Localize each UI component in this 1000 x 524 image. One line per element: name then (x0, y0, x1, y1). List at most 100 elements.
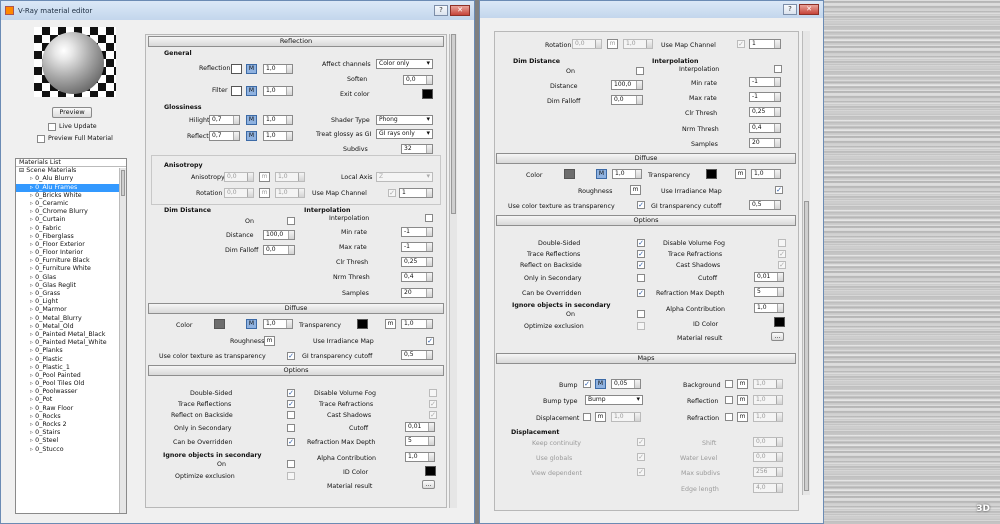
material-item[interactable]: ▹ 0_Stairs (16, 429, 126, 437)
material-item[interactable]: ▹ 0_Pot (16, 396, 126, 404)
properties-scrollbar-2[interactable] (802, 31, 810, 495)
trace-refractions-checkbox[interactable]: ✓ (429, 400, 437, 408)
material-item[interactable]: ▹ 0_Chrome Blurry (16, 208, 126, 216)
use-map-channel-checkbox-2[interactable]: ✓ (737, 40, 745, 48)
refraction-map-amount-spinner[interactable]: 1,0 (753, 412, 783, 422)
material-item[interactable]: ▹ 0_Ceramic (16, 200, 126, 208)
hilight-map-button[interactable]: M (246, 115, 257, 125)
alpha-contribution-spinner-2[interactable]: 1,0 (754, 303, 784, 313)
max-subdivs-spinner[interactable]: 256 (753, 467, 783, 477)
material-item[interactable]: ▹ 0_Poolwasser (16, 388, 126, 396)
transparency-amount-spinner-2[interactable]: 1,0 (751, 169, 781, 179)
dim-falloff-spinner-2[interactable]: 0,0 (611, 95, 643, 105)
material-item[interactable]: ▹ 0_Floor Exterior (16, 241, 126, 249)
refraction-depth-spinner-2[interactable]: 5 (754, 287, 784, 297)
gi-cutoff-spinner[interactable]: 0,5 (401, 350, 433, 360)
displacement-map-button[interactable]: m (595, 412, 606, 422)
optimize-exclusion-checkbox[interactable] (287, 472, 295, 480)
material-item[interactable]: ▹ 0_Grass (16, 290, 126, 298)
rotation-map-button-2[interactable]: m (607, 39, 618, 49)
disable-fog-checkbox[interactable] (429, 389, 437, 397)
refraction-map-checkbox[interactable] (725, 413, 733, 421)
close-button[interactable]: ✕ (450, 5, 470, 16)
materials-scrollbar[interactable] (119, 168, 126, 513)
use-irradiance-checkbox-2[interactable]: ✓ (775, 186, 783, 194)
use-color-tex-checkbox[interactable]: ✓ (287, 352, 295, 360)
map-channel-spinner-2[interactable]: 1 (749, 39, 781, 49)
reflect-backside-checkbox[interactable] (287, 411, 295, 419)
only-secondary-checkbox-2[interactable] (637, 274, 645, 282)
options-rollout-header-2[interactable]: Options (496, 215, 796, 226)
diffuse-map-button[interactable]: M (246, 319, 257, 329)
dim-on-checkbox-2[interactable] (636, 67, 644, 75)
min-rate-spinner[interactable]: -1 (401, 227, 433, 237)
trace-reflections-checkbox[interactable]: ✓ (287, 400, 295, 408)
disable-fog-checkbox-2[interactable] (778, 239, 786, 247)
material-item[interactable]: ▹ 0_Fiberglass (16, 233, 126, 241)
reflection-amount-spinner[interactable]: 1,0 (263, 64, 293, 74)
shader-type-dropdown[interactable]: Phong (376, 115, 433, 125)
can-override-checkbox[interactable]: ✓ (287, 438, 295, 446)
material-item[interactable]: ▹ 0_Pool Tiles Old (16, 380, 126, 388)
material-item[interactable]: ▹ 0_Pool Painted (16, 372, 126, 380)
bump-type-dropdown[interactable]: Bump (585, 395, 643, 405)
transparency-amount-spinner[interactable]: 1,0 (401, 319, 433, 329)
diffuse-rollout-header-2[interactable]: Diffuse (496, 153, 796, 164)
samples-spinner[interactable]: 20 (401, 288, 433, 298)
scrollbar-thumb[interactable] (804, 201, 809, 491)
can-override-checkbox-2[interactable]: ✓ (637, 289, 645, 297)
anisotropy-amount-spinner[interactable]: 1,0 (275, 172, 305, 182)
cutoff-spinner[interactable]: 0,01 (405, 422, 435, 432)
use-color-tex-checkbox-2[interactable]: ✓ (637, 201, 645, 209)
diffuse-color-swatch[interactable] (214, 319, 225, 329)
material-item[interactable]: ▹ 0_Raw Floor (16, 405, 126, 413)
material-item[interactable]: ▹ 0_Plastic (16, 356, 126, 364)
reflection-map-checkbox[interactable] (725, 396, 733, 404)
material-item[interactable]: ▹ 0_Floor Interior (16, 249, 126, 257)
filter-amount-spinner[interactable]: 1,0 (263, 86, 293, 96)
view-dependent-checkbox[interactable]: ✓ (637, 468, 645, 476)
ignore-on-checkbox[interactable] (287, 460, 295, 468)
diffuse-rollout-header[interactable]: Diffuse (148, 303, 444, 314)
bump-map-button[interactable]: M (595, 379, 606, 389)
soften-spinner[interactable]: 0,0 (403, 75, 433, 85)
material-item[interactable]: ▹ 0_Alu Frames (16, 183, 126, 192)
subdivs-spinner[interactable]: 32 (401, 144, 433, 154)
optimize-exclusion-checkbox-2[interactable] (637, 322, 645, 330)
material-result-button[interactable]: ... (422, 480, 435, 489)
alpha-contribution-spinner[interactable]: 1,0 (405, 452, 435, 462)
reflection-color-swatch[interactable] (231, 64, 242, 74)
background-map-button[interactable]: m (737, 379, 748, 389)
dim-on-checkbox[interactable] (287, 217, 295, 225)
material-item[interactable]: ▹ 0_Alu Blurry (16, 175, 126, 183)
material-item[interactable]: ▹ 0_Metal_Blurry (16, 315, 126, 323)
material-item[interactable]: ▹ 0_Glas Reglit (16, 282, 126, 290)
interpolation-checkbox-2[interactable] (774, 65, 782, 73)
ignore-on-checkbox-2[interactable] (637, 310, 645, 318)
refraction-map-slot-button[interactable]: m (737, 412, 748, 422)
material-item[interactable]: ▹ 0_Planks (16, 347, 126, 355)
help-button-2[interactable]: ? (783, 4, 797, 15)
live-update-checkbox[interactable] (48, 123, 56, 131)
background-checkbox[interactable] (725, 380, 733, 388)
material-item[interactable]: ▹ 0_Fabric (16, 225, 126, 233)
max-rate-spinner[interactable]: -1 (401, 242, 433, 252)
reflection-map-slot-button[interactable]: m (737, 395, 748, 405)
scene-materials-node[interactable]: ⊟ Scene Materials (16, 167, 126, 175)
distance-spinner-2[interactable]: 100,0 (611, 80, 643, 90)
filter-color-swatch[interactable] (231, 86, 242, 96)
help-button[interactable]: ? (434, 5, 448, 16)
material-item[interactable]: ▹ 0_Stucco (16, 446, 126, 454)
id-color-swatch-2[interactable] (774, 317, 785, 327)
hilight-gloss-spinner[interactable]: 0,7 (209, 115, 240, 125)
rotation-amount-spinner-2[interactable]: 1,0 (623, 39, 653, 49)
rotation-spinner-2[interactable]: 0,0 (572, 39, 602, 49)
transparency-color-swatch[interactable] (357, 319, 368, 329)
use-irradiance-checkbox[interactable]: ✓ (426, 337, 434, 345)
rotation-amount-spinner[interactable]: 1,0 (275, 188, 305, 198)
properties-scrollbar[interactable] (449, 34, 457, 508)
material-item[interactable]: ▹ 0_Rocks 2 (16, 421, 126, 429)
diffuse-amount-spinner[interactable]: 1,0 (263, 319, 293, 329)
diffuse-color-swatch-2[interactable] (564, 169, 575, 179)
roughness-map-button-2[interactable]: m (630, 185, 641, 195)
